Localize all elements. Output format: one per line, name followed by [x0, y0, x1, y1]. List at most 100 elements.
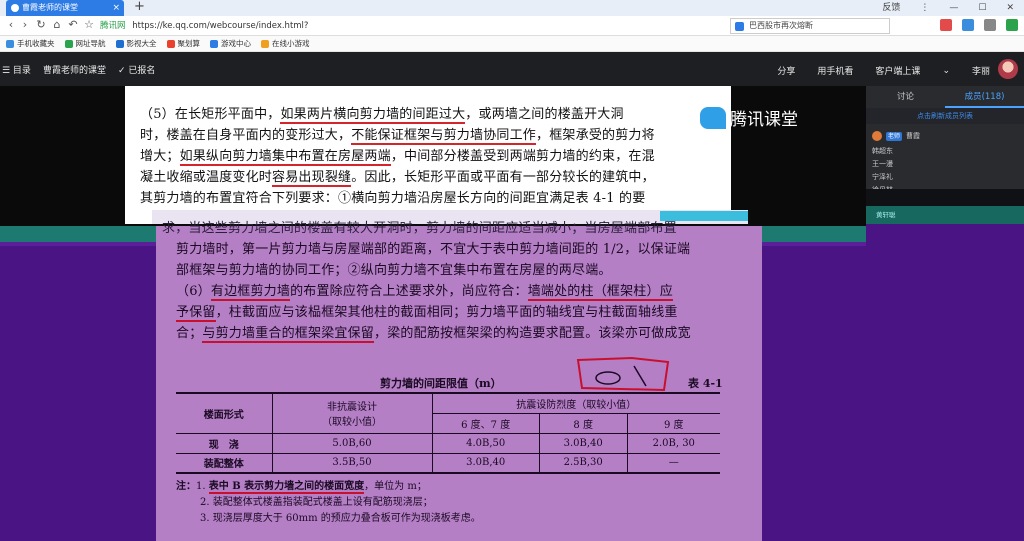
extension-icon[interactable] — [940, 19, 952, 31]
document-text: ，或两墙之间的楼盖开大洞 — [465, 107, 624, 122]
document-text: 剪力墙时，第一片剪力墙与房屋端部的距离，不宜大于表中剪力墙间距的 1/2，以保证… — [176, 242, 691, 257]
maximize-button[interactable]: ☐ — [978, 0, 986, 16]
document-line: （5）在长矩形平面中，如果两片横向剪力墙的间距过大，或两墙之间的楼盖开大洞 — [140, 104, 720, 125]
underlined-text: 如果纵向剪力墙集中布置在房屋两端 — [179, 149, 391, 166]
star-icon[interactable]: ☆ — [82, 18, 96, 32]
settings-icon[interactable] — [984, 19, 996, 31]
share-button[interactable]: 分享 — [777, 64, 795, 77]
note-text: 3. 现浇层厚度大于 60mm 的预应力叠合板可作为现浇板考虑。 — [200, 513, 481, 524]
member-name: 王一漫 — [872, 159, 893, 168]
list-item[interactable]: 老师 曹霞 — [866, 128, 1024, 144]
spacing-limit-table: 楼面形式 非抗震设计 （取较小值） 抗震设防烈度（取较小值） 6 度、7 度 8 … — [176, 392, 720, 474]
document-text: 。因此，长矩形平面或平面有一部分较长的建筑中， — [351, 170, 655, 185]
underlined-text: 与剪力墙重合的框架梁宜保留 — [202, 326, 375, 343]
close-window-button[interactable]: ✕ — [1006, 0, 1014, 16]
user-name[interactable]: 李丽 — [972, 64, 990, 77]
tab-favicon-icon — [11, 4, 19, 12]
document-text: ，梁的配筋按框架梁的构造要求配置。该梁亦可做成宽 — [374, 326, 691, 341]
table-header: 6 度、7 度 — [432, 413, 540, 434]
film-icon — [115, 39, 124, 48]
table-header: 8 度 — [539, 413, 628, 434]
catalog-button[interactable]: ☰ 目录 — [2, 63, 31, 76]
table-cell: 2.0B, 30 — [627, 433, 720, 454]
document-line: 时，楼盖在自身平面内的变形过大，不能保证框架与剪力墙协同工作，框架承受的剪力将 — [140, 125, 720, 146]
bookmark-video[interactable]: 影视大全 — [115, 38, 157, 49]
search-engine-icon — [735, 22, 744, 31]
browser-tab-active[interactable]: 曹霞老师的课堂 × — [6, 0, 124, 16]
bookmark-minigames[interactable]: 在线小游戏 — [261, 38, 310, 49]
minimize-button[interactable]: — — [949, 0, 958, 16]
document-text: 合； — [176, 326, 203, 341]
note-text: ，单位为 m； — [364, 481, 427, 492]
shield-icon[interactable] — [1006, 19, 1018, 31]
bookmark-label: 在线小游戏 — [272, 39, 310, 48]
document-line: 合；与剪力墙重合的框架梁宜保留，梁的配筋按框架梁的构造要求配置。该梁亦可做成宽 — [176, 323, 756, 344]
document-text: ，中间部分楼盖受到两端剪力墙的约束，在混 — [390, 149, 655, 164]
reload-icon[interactable]: ↻ — [34, 18, 48, 32]
list-item[interactable]: 宁泽礼 — [866, 170, 1024, 183]
bookmark-label: 影视大全 — [126, 39, 157, 48]
note-item: 3. 现浇层厚度大于 60mm 的预应力叠合板可作为现浇板考虑。 — [176, 511, 481, 527]
table-cell: 5.0B,60 — [272, 433, 433, 454]
watermark-text: 腾讯课堂 — [730, 110, 798, 130]
avatar[interactable] — [998, 59, 1018, 79]
document-line: 部框架与剪力墙的协同工作；②纵向剪力墙不宜集中布置在房屋的两尽端。 — [176, 260, 756, 281]
back-icon[interactable]: ‹ — [4, 18, 18, 32]
forward-icon[interactable]: › — [18, 18, 32, 32]
table-number: 表 4-1 — [688, 377, 723, 390]
undo-icon[interactable]: ↶ — [66, 18, 80, 32]
watch-on-phone-button[interactable]: 用手机看 — [817, 64, 853, 77]
globe-icon — [64, 39, 73, 48]
url-input[interactable]: 腾讯网 https://ke.qq.com/webcourse/index.ht… — [100, 18, 720, 47]
underlined-text: 不能保证框架与剪力墙协同工作 — [351, 128, 537, 145]
document-text: ，框架承受的剪力将 — [536, 128, 655, 143]
course-header: ☰ 目录 曹霞老师的课堂 ✓ 已报名 分享 用手机看 客户端上课 ⌄ 李丽 — [0, 52, 1024, 86]
document-text: 凝土收缩或温度变化时 — [140, 170, 273, 185]
underlined-text: 容易出现裂缝 — [272, 170, 352, 187]
bookmark-games[interactable]: 游戏中心 — [210, 38, 251, 49]
table-cell: 3.5B,50 — [272, 453, 433, 474]
document-line: 剪力墙时，第一片剪力墙与房屋端部的距离，不宜大于表中剪力墙间距的 1/2，以保证… — [176, 239, 756, 260]
bookmark-deal[interactable]: 聚划算 — [166, 38, 200, 49]
document-text: ，柱截面应与该榀框架其他柱的截面相同；剪力墙平面的轴线宜与柱截面轴线重 — [215, 305, 678, 320]
home-icon[interactable]: ⌂ — [50, 18, 64, 32]
tab-close-icon[interactable]: × — [112, 0, 120, 16]
tab-members[interactable]: 成员(118) — [945, 86, 1024, 108]
search-input[interactable]: 巴西股市再次熔断 — [730, 18, 890, 34]
refresh-members-link[interactable]: 点击刷新成员列表 — [866, 108, 1024, 124]
bookmark-nav[interactable]: 网址导航 — [64, 38, 106, 49]
document-text: （5）在长矩形平面中， — [140, 107, 281, 122]
list-item[interactable]: 王一漫 — [866, 157, 1024, 170]
browser-tab-bar: 曹霞老师的课堂 × + 反馈 ⋮ — ☐ ✕ — [0, 0, 1024, 16]
list-item[interactable]: 韩超东 — [866, 144, 1024, 157]
game-icon — [210, 39, 218, 48]
table-cell: 现 浇 — [176, 433, 273, 454]
panel-glitch-teal: 黄轩聪 — [866, 206, 1024, 224]
search-text: 巴西股市再次熔断 — [749, 21, 813, 30]
new-tab-button[interactable]: + — [134, 0, 145, 14]
annotation-scribble — [576, 356, 670, 392]
document-text: （6） — [176, 284, 211, 299]
course-title: 曹霞老师的课堂 — [42, 66, 106, 76]
feedback-button[interactable]: 反馈 — [882, 0, 900, 16]
note-text: 2. 装配整体式楼盖指装配式楼盖上设有配筋现浇层； — [200, 497, 433, 508]
tab-discussion[interactable]: 讨论 — [866, 86, 945, 108]
panel-tabs: 讨论 成员(118) — [866, 86, 1024, 108]
table-title: 剪力墙的间距限值（m） — [380, 377, 502, 390]
toolbar-icons — [940, 19, 1018, 31]
document-paragraph-bottom: 剪力墙时，第一片剪力墙与房屋端部的距离，不宜大于表中剪力墙间距的 1/2，以保证… — [176, 239, 756, 344]
bookmark-mobile[interactable]: 手机收藏夹 — [6, 38, 55, 49]
table-notes: 注：1. 表中 B 表示剪力墙之间的楼面宽度，单位为 m； 2. 装配整体式楼盖指… — [176, 479, 481, 527]
chevron-down-icon[interactable]: ⌄ — [942, 66, 950, 76]
table-header: 楼面形式 — [176, 392, 273, 434]
table-row: 现 浇 5.0B,60 4.0B,50 3.0B,40 2.0B, 30 — [176, 433, 720, 454]
client-class-button[interactable]: 客户端上课 — [875, 64, 920, 77]
document-text: 部框架与剪力墙的协同工作；②纵向剪力墙不宜集中布置在房屋的两尽端。 — [176, 263, 612, 278]
member-name: 曹霞 — [906, 132, 921, 140]
document-line: 予保留，柱截面应与该榀框架其他柱的截面相同；剪力墙平面的轴线宜与柱截面轴线重 — [176, 302, 756, 323]
deal-icon — [166, 39, 175, 48]
menu-icon[interactable]: ⋮ — [920, 0, 929, 16]
table-header-text: 非抗震设计 — [327, 402, 377, 414]
document-line: 其剪力墙的布置宜符合下列要求：①横向剪力墙沿房屋长方向的间距宜满足表 4-1 的… — [140, 188, 720, 209]
download-icon[interactable] — [962, 19, 974, 31]
